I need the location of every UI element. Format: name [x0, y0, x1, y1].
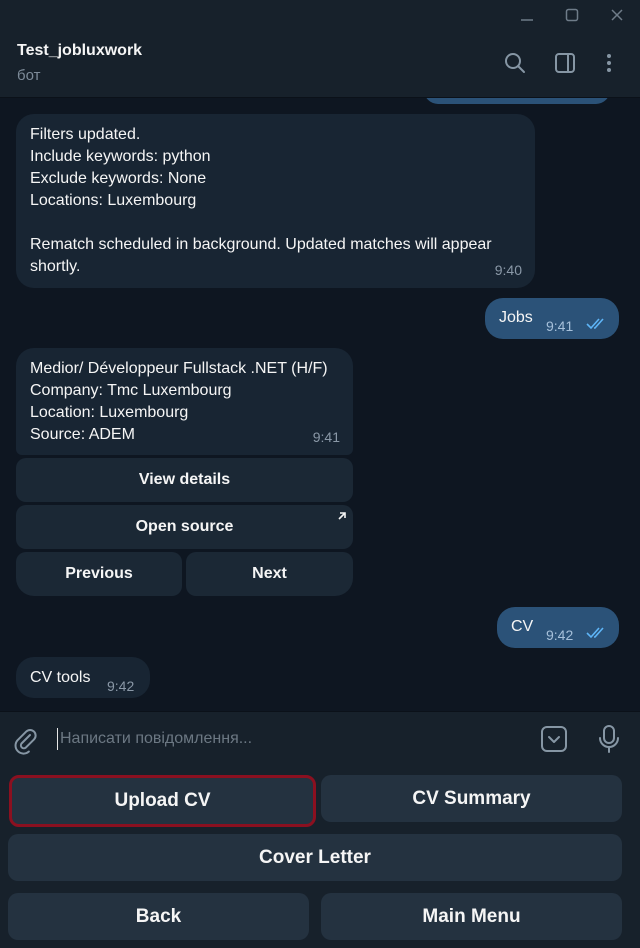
back-button[interactable]: Back: [8, 893, 309, 940]
message-line: Filters updated.: [30, 126, 141, 143]
open-source-button[interactable]: Open source: [16, 505, 353, 549]
job-card-message[interactable]: Medior/ Développeur Fullstack .NET (H/F)…: [16, 348, 353, 455]
job-title: Medior/ Développeur Fullstack .NET (H/F): [30, 360, 328, 377]
incoming-message[interactable]: CV tools 9:42: [16, 657, 150, 698]
message-line: Include keywords: python: [30, 148, 211, 165]
reply-keyboard: Upload CV CV Summary Cover Letter Back M…: [0, 769, 640, 948]
incoming-message[interactable]: Filters updated. Include keywords: pytho…: [16, 114, 535, 288]
view-details-button[interactable]: View details: [16, 458, 353, 502]
double-check-icon: [586, 318, 604, 330]
message-time: 9:42: [107, 678, 135, 694]
message-list[interactable]: Filters updated. Include keywords: pytho…: [0, 98, 640, 710]
sidebar-toggle-icon[interactable]: [552, 50, 578, 76]
message-time: 9:40: [494, 262, 522, 278]
chat-header[interactable]: Test_jobluxwork бот: [0, 30, 640, 98]
chat-subtitle: бот: [17, 67, 41, 84]
message-line: Exclude keywords: None: [30, 170, 207, 187]
message-text: CV: [511, 618, 534, 635]
message-time: 9:41: [546, 318, 574, 334]
external-link-icon: [338, 512, 346, 520]
close-icon[interactable]: [607, 5, 627, 25]
open-source-label: Open source: [135, 518, 234, 535]
next-button[interactable]: Next: [186, 552, 353, 596]
job-source: Source: ADEM: [30, 426, 135, 443]
outgoing-message[interactable]: CV 9:42: [497, 607, 619, 648]
message-time: 9:42: [546, 627, 574, 643]
paperclip-icon[interactable]: [12, 728, 40, 756]
message-line: shortly.: [30, 258, 81, 275]
sticker-icon[interactable]: [540, 725, 568, 753]
message-time: 9:41: [312, 429, 340, 445]
maximize-icon[interactable]: [562, 5, 582, 25]
cv-summary-button[interactable]: CV Summary: [321, 775, 622, 822]
more-vertical-icon[interactable]: [596, 50, 622, 76]
message-text: CV tools: [30, 669, 91, 686]
job-location: Location: Luxembourg: [30, 404, 189, 421]
outgoing-message[interactable]: Jobs 9:41: [485, 298, 619, 339]
message-input[interactable]: Написати повідомлення...: [60, 730, 252, 748]
search-icon[interactable]: [502, 50, 528, 76]
previous-button[interactable]: Previous: [16, 552, 182, 596]
message-line: Locations: Luxembourg: [30, 192, 197, 209]
message-composer: Написати повідомлення...: [0, 711, 640, 770]
text-caret: [57, 728, 58, 750]
job-company: Company: Tmc Luxembourg: [30, 382, 232, 399]
minimize-icon[interactable]: [517, 5, 537, 25]
double-check-icon: [586, 627, 604, 639]
upload-cv-button[interactable]: Upload CV: [9, 775, 316, 827]
microphone-icon[interactable]: [596, 724, 622, 754]
message-text: Jobs: [499, 309, 533, 326]
previous-outgoing-message: [424, 98, 610, 104]
main-menu-button[interactable]: Main Menu: [321, 893, 622, 940]
cover-letter-button[interactable]: Cover Letter: [8, 834, 622, 881]
message-line: Rematch scheduled in background. Updated…: [30, 236, 492, 253]
chat-title: Test_jobluxwork: [17, 42, 143, 59]
window-titlebar: [0, 0, 640, 30]
